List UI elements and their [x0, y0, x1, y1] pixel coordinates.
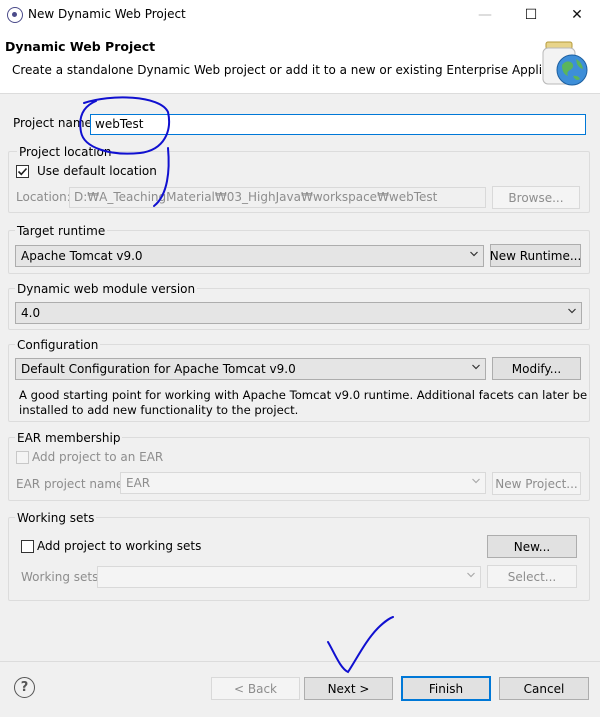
ink-circle-annotation: [79, 96, 170, 155]
ink-checkmark-annotation: [327, 616, 394, 674]
ink-tail-annotation: [153, 147, 170, 207]
annotation-layer: [79, 96, 394, 674]
